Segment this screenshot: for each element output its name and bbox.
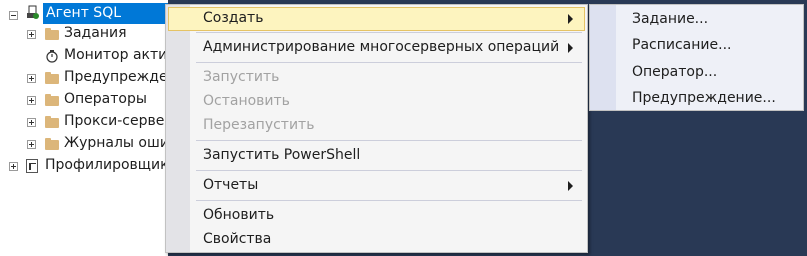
monitor-icon <box>46 50 58 63</box>
submenu-item-schedule[interactable]: Расписание... <box>632 37 731 53</box>
tree-node-profiler[interactable]: Профилировщик <box>0 155 168 177</box>
menu-item-label: Остановить <box>203 93 290 109</box>
menu-separator <box>196 140 582 141</box>
menu-item-label: Запустить <box>203 69 280 85</box>
expand-icon[interactable] <box>27 140 36 149</box>
submenu-icon-gutter <box>590 5 616 110</box>
context-menu: Создать Администрирование многосерверных… <box>165 4 588 253</box>
tree-node-label: Монитор акти <box>64 47 168 63</box>
expand-icon[interactable] <box>27 74 36 83</box>
expand-icon[interactable] <box>27 96 36 105</box>
submenu-item-operator[interactable]: Оператор... <box>632 64 717 80</box>
menu-item-stop[interactable]: Остановить <box>168 90 585 114</box>
menu-separator <box>196 170 582 171</box>
tree-node-jobs[interactable]: Задания <box>0 23 168 45</box>
menu-separator <box>196 200 582 201</box>
folder-icon <box>45 94 59 106</box>
folder-icon <box>45 72 59 84</box>
expand-icon[interactable] <box>27 30 36 39</box>
menu-item-label: Свойства <box>203 231 272 247</box>
create-submenu: Задание... Расписание... Оператор... Пре… <box>589 4 804 111</box>
expand-icon[interactable] <box>9 162 18 171</box>
menu-item-create[interactable]: Создать <box>168 7 585 31</box>
tree-node-label: Операторы <box>64 91 147 107</box>
submenu-item-job[interactable]: Задание... <box>632 11 708 27</box>
menu-item-refresh[interactable]: Обновить <box>168 204 585 228</box>
menu-item-start-powershell[interactable]: Запустить PowerShell <box>168 144 585 168</box>
menu-item-label: Отчеты <box>203 177 259 193</box>
menu-item-restart[interactable]: Перезапустить <box>168 114 585 138</box>
menu-item-properties[interactable]: Свойства <box>168 228 585 252</box>
profiler-icon <box>26 159 38 173</box>
menu-item-multiserver-admin[interactable]: Администрирование многосерверных операци… <box>168 36 585 60</box>
menu-item-label: Перезапустить <box>203 117 315 133</box>
folder-icon <box>45 116 59 128</box>
menu-item-start[interactable]: Запустить <box>168 66 585 90</box>
collapse-icon[interactable] <box>9 11 18 20</box>
sql-agent-icon <box>27 5 39 19</box>
menu-item-label: Обновить <box>203 207 275 223</box>
tree-node-error-logs[interactable]: Журналы оши <box>0 133 168 155</box>
tree-node-alerts[interactable]: Предупрежден <box>0 67 168 89</box>
tree-node-label: Журналы оши <box>64 135 168 151</box>
menu-item-label: Создать <box>203 10 264 26</box>
menu-item-label: Администрирование многосерверных операци… <box>203 39 560 55</box>
tree-node-operators[interactable]: Операторы <box>0 89 168 111</box>
submenu-arrow-icon <box>568 43 573 53</box>
tree-node-label: Предупрежден <box>64 69 168 85</box>
tree-node-label: Задания <box>64 25 127 41</box>
submenu-arrow-icon <box>568 14 573 24</box>
object-explorer-tree: Агент SQL Server Задания Монитор акти Пр… <box>0 0 168 256</box>
tree-node-label: Прокси-сервер <box>64 113 168 129</box>
menu-item-label: Запустить PowerShell <box>203 147 361 163</box>
expand-icon[interactable] <box>27 118 36 127</box>
folder-icon <box>45 28 59 40</box>
tree-node-proxies[interactable]: Прокси-сервер <box>0 111 168 133</box>
tree-node-job-monitor[interactable]: Монитор акти <box>0 45 168 67</box>
submenu-arrow-icon <box>568 181 573 191</box>
menu-separator <box>196 62 582 63</box>
menu-separator <box>196 32 582 33</box>
tree-node-label: Профилировщик <box>45 157 168 173</box>
menu-item-reports[interactable]: Отчеты <box>168 174 585 198</box>
folder-icon <box>45 138 59 150</box>
tree-node-label[interactable]: Агент SQL Server <box>43 3 168 40</box>
submenu-item-alert[interactable]: Предупреждение... <box>632 90 776 106</box>
